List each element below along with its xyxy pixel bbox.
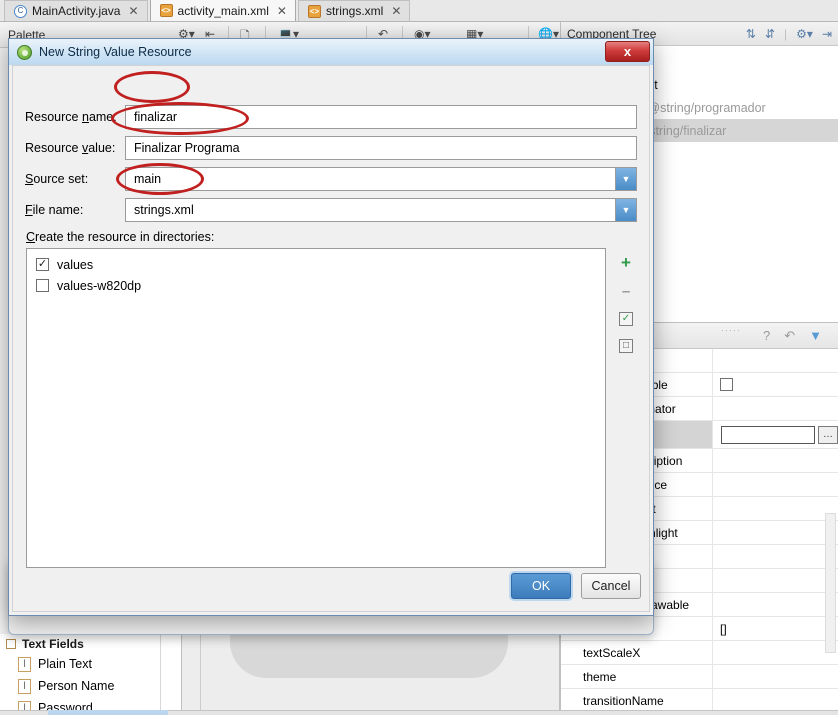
xml-file-icon: <>: [159, 4, 173, 17]
xml-file-icon: <>: [307, 4, 321, 18]
chevron-down-icon[interactable]: ▼: [615, 199, 636, 221]
properties-scrollbar[interactable]: [825, 513, 836, 653]
cancel-button[interactable]: Cancel: [581, 573, 641, 599]
close-icon[interactable]: x: [605, 41, 650, 62]
property-value[interactable]: []: [713, 617, 838, 640]
close-icon[interactable]: ✕: [128, 4, 138, 18]
android-studio-icon: [17, 44, 32, 60]
directory-label: values: [57, 257, 94, 272]
directory-label: values-w820dp: [57, 278, 142, 293]
java-class-icon: C: [14, 4, 27, 18]
property-value[interactable]: [713, 689, 838, 712]
palette-group-text-fields[interactable]: Text Fields: [0, 634, 181, 653]
source-set-combo[interactable]: main ▼: [125, 167, 637, 191]
browse-resources-button[interactable]: …: [818, 425, 838, 444]
editor-tab-label: MainActivity.java: [32, 4, 121, 18]
editor-tab-label: strings.xml: [325, 4, 384, 18]
checkbox-icon[interactable]: [720, 378, 733, 391]
property-value[interactable]: [713, 641, 838, 664]
collapse-box-icon[interactable]: [6, 638, 16, 649]
dialog-title: New String Value Resource: [39, 45, 192, 59]
source-set-value: main: [134, 172, 162, 186]
property-value[interactable]: [713, 569, 838, 592]
editor-tab-strings[interactable]: <> strings.xml ✕: [297, 0, 411, 21]
text-property-input[interactable]: [721, 425, 815, 444]
field-resource-name: Resource name: finalizar: [25, 104, 637, 130]
canvas-ruler: [200, 634, 201, 710]
editor-tab-bar: C MainActivity.java ✕ <> activity_main.x…: [0, 0, 838, 22]
palette-divider: [160, 634, 161, 710]
field-source-set: Source set: main ▼: [25, 166, 637, 192]
property-row-theme[interactable]: theme: [561, 665, 838, 689]
dialog-title-bar[interactable]: New String Value Resource x: [9, 39, 653, 65]
property-value[interactable]: [713, 545, 838, 568]
property-value[interactable]: [713, 497, 838, 520]
field-label: Resource value:: [25, 141, 116, 155]
palette-item-label: Plain Text: [38, 657, 92, 671]
help-icon[interactable]: ?: [763, 328, 770, 343]
field-resource-value: Resource value: Finalizar Programa: [25, 135, 637, 161]
expand-all-icon[interactable]: ⇅: [746, 27, 756, 41]
directory-item-values[interactable]: ✓ values: [27, 254, 605, 275]
text-field-icon: I: [18, 678, 31, 694]
checkbox-unchecked-icon[interactable]: [36, 279, 49, 292]
directory-item-values-w820dp[interactable]: values-w820dp: [27, 275, 605, 296]
hide-panel-icon[interactable]: ⇥: [822, 27, 832, 41]
select-all-icon[interactable]: ✓: [619, 312, 633, 326]
palette-panel: Text Fields I Plain Text I Person Name I…: [0, 634, 182, 715]
ide-window: C MainActivity.java ✕ <> activity_main.x…: [0, 0, 838, 715]
property-value[interactable]: …: [713, 421, 838, 448]
new-string-value-resource-dialog: New String Value Resource x Resource nam…: [8, 38, 654, 616]
property-value[interactable]: [713, 373, 838, 396]
field-label: Source set:: [25, 172, 89, 186]
property-name: theme: [561, 665, 713, 688]
property-value[interactable]: [713, 397, 838, 420]
palette-group-label: Text Fields: [22, 636, 84, 651]
property-row-textscalex[interactable]: textScaleX: [561, 641, 838, 665]
restore-default-icon[interactable]: ↶: [784, 328, 795, 344]
property-value[interactable]: [713, 449, 838, 472]
resource-name-input[interactable]: finalizar: [125, 105, 637, 129]
remove-icon[interactable]: –: [622, 284, 630, 299]
property-name: transitionName: [561, 689, 713, 712]
add-icon[interactable]: +: [621, 254, 631, 271]
field-label: File name:: [25, 203, 84, 217]
collapse-all-icon[interactable]: ⇵: [765, 27, 775, 41]
property-value[interactable]: [713, 521, 838, 544]
close-icon[interactable]: ✕: [277, 4, 287, 18]
designer-canvas[interactable]: [182, 598, 560, 710]
field-label: Resource name:: [25, 110, 117, 124]
property-value[interactable]: [713, 665, 838, 688]
dialog-body: Resource name: finalizar Resource value:…: [12, 65, 650, 612]
field-file-name: File name: strings.xml ▼: [25, 197, 637, 223]
chevron-down-icon[interactable]: ▼: [615, 168, 636, 190]
palette-item-plain-text[interactable]: I Plain Text: [0, 653, 181, 675]
deselect-all-icon[interactable]: □: [619, 339, 633, 353]
checkbox-checked-icon[interactable]: ✓: [36, 258, 49, 271]
directories-toolbar: + – ✓ □: [613, 248, 639, 368]
property-value[interactable]: [713, 349, 838, 372]
close-icon[interactable]: ✕: [391, 4, 401, 18]
status-bar-selection: [48, 710, 168, 715]
panel-grip-icon[interactable]: ·····: [721, 325, 741, 335]
resource-value-input[interactable]: Finalizar Programa: [125, 136, 637, 160]
file-name-combo[interactable]: strings.xml ▼: [125, 198, 637, 222]
gear-icon[interactable]: ⚙▾: [796, 27, 813, 41]
palette-item-label: Person Name: [38, 679, 115, 693]
property-name: textScaleX: [561, 641, 713, 664]
filter-icon[interactable]: ▼: [809, 328, 822, 343]
editor-tab-activity-main[interactable]: <> activity_main.xml ✕: [149, 0, 296, 21]
editor-tab-mainactivity[interactable]: C MainActivity.java ✕: [4, 0, 148, 21]
file-name-value: strings.xml: [134, 203, 194, 217]
directories-label: Create the resource in directories:: [26, 230, 215, 244]
text-field-icon: I: [18, 656, 31, 672]
palette-item-person-name[interactable]: I Person Name: [0, 675, 181, 697]
directories-list[interactable]: ✓ values values-w820dp: [26, 248, 606, 568]
property-value[interactable]: [713, 593, 838, 616]
editor-tab-label: activity_main.xml: [177, 3, 269, 18]
property-value[interactable]: [713, 473, 838, 496]
ok-button[interactable]: OK: [511, 573, 571, 599]
tree-node-ref: - @string/programador: [639, 100, 766, 115]
